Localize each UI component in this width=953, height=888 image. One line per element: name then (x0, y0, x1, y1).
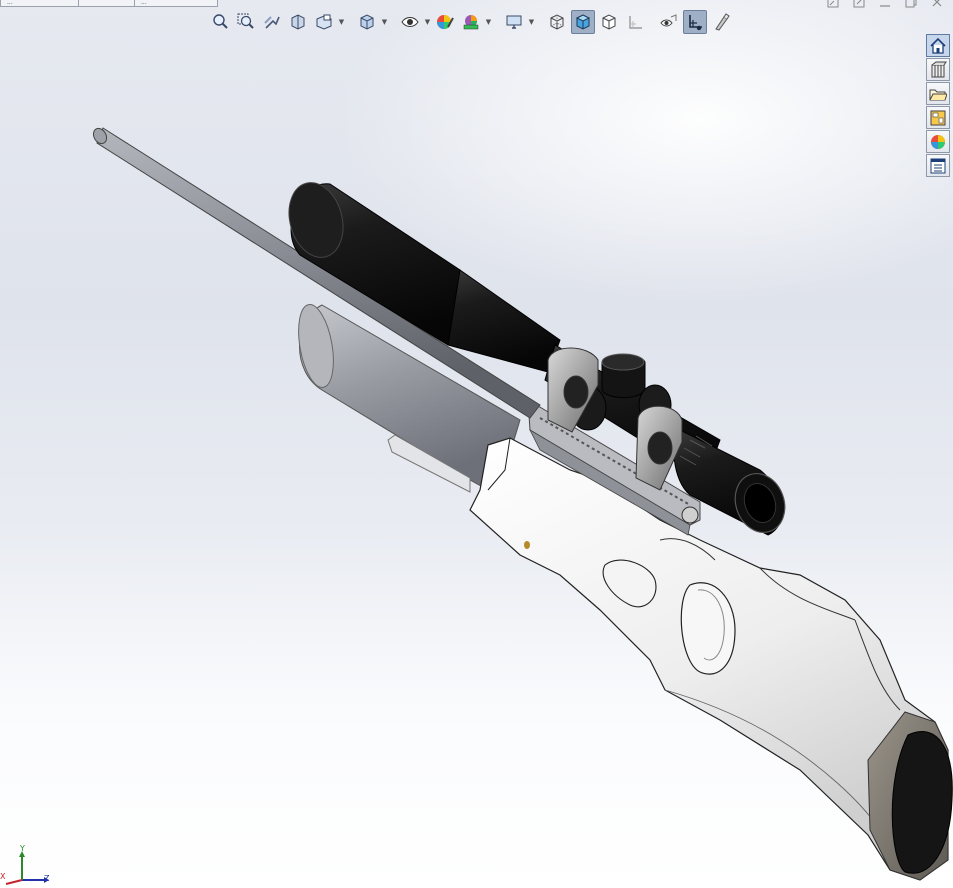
appearances-scenes-icon (931, 134, 945, 149)
view-palette-icon (930, 110, 946, 125)
apply-scene-icon (463, 15, 479, 30)
new-window-icon (853, 0, 865, 8)
view-planes-button[interactable] (683, 10, 707, 34)
dynamic-annotation-view-icon (316, 14, 332, 30)
heads-up-view-toolbar: ▼ ▼ ▼ ▼ ▼ (208, 9, 733, 35)
dynamic-annotation-view-button[interactable] (312, 10, 336, 34)
previous-view-icon (264, 16, 280, 29)
perspective-icon (629, 16, 642, 29)
edit-appearance-icon (437, 15, 454, 29)
close-icon (932, 0, 942, 7)
minimize-icon (880, 5, 890, 7)
hide-show-items-dropdown[interactable]: ▼ (424, 10, 431, 34)
task-pane-design-library-tab[interactable] (926, 58, 950, 81)
home-icon (930, 37, 946, 54)
minimize-button[interactable] (877, 0, 893, 8)
view-settings-dropdown[interactable]: ▼ (528, 10, 535, 34)
hidden-lines-visible-icon (602, 14, 616, 30)
task-pane-appearances-tab[interactable] (926, 130, 950, 153)
custom-properties-icon (930, 158, 946, 173)
wireframe-icon (550, 14, 564, 30)
task-pane-home-tab[interactable] (926, 34, 950, 57)
hidden-lines-visible-button[interactable] (597, 10, 621, 34)
close-button[interactable] (929, 0, 945, 8)
view-orientation-icon (360, 14, 374, 30)
task-pane-custom-properties-tab[interactable] (926, 154, 950, 177)
realview-button[interactable] (709, 10, 733, 34)
new-window-button[interactable] (851, 0, 867, 8)
zoom-to-area-button[interactable] (234, 10, 258, 34)
view-orientation-dropdown[interactable]: ▼ (381, 10, 388, 34)
maximize-button[interactable] (903, 0, 919, 8)
zoom-to-fit-button[interactable] (208, 10, 232, 34)
apply-scene-button[interactable] (459, 10, 483, 34)
triad-y-label: Y (20, 844, 25, 853)
dynamic-annotation-view-dropdown[interactable]: ▼ (338, 10, 345, 34)
triad-x-label: X (0, 872, 6, 881)
previous-view-button[interactable] (260, 10, 284, 34)
realview-icon (715, 13, 730, 31)
hide-show-items-icon (401, 17, 419, 27)
section-view-button[interactable] (286, 10, 310, 34)
display-pane-button[interactable] (657, 10, 681, 34)
zoom-to-area-icon (237, 13, 254, 29)
view-orientation-button[interactable] (355, 10, 379, 34)
file-explorer-icon (929, 89, 947, 100)
triad-axes (5, 851, 49, 885)
edit-appearance-button[interactable] (433, 10, 457, 34)
scope-ring-rear[interactable] (635, 405, 683, 491)
reference-triad: Y Z X (0, 842, 60, 885)
view-planes-icon (689, 15, 702, 31)
hide-show-items-button[interactable] (398, 10, 422, 34)
shaded-with-edges-icon (575, 14, 591, 30)
design-library-icon (931, 61, 947, 77)
document-window-controls (825, 0, 945, 8)
apply-scene-dropdown[interactable]: ▼ (485, 10, 492, 34)
zoom-to-fit-icon (213, 14, 228, 29)
shaded-with-edges-button[interactable] (571, 10, 595, 34)
restore-tile-button[interactable] (825, 0, 841, 8)
triad-z-label: Z (44, 874, 50, 883)
rifle-model[interactable] (0, 0, 953, 885)
task-pane-file-explorer-tab[interactable] (926, 82, 950, 105)
restore-tile-icon (827, 0, 839, 8)
trigger (524, 541, 530, 549)
section-view-icon (291, 14, 305, 30)
wireframe-button[interactable] (545, 10, 569, 34)
view-settings-icon (506, 15, 522, 29)
perspective-button[interactable] (623, 10, 647, 34)
graphics-area[interactable]: ... ... ▼ ▼ ▼ ▼ ▼ Y Z X (0, 0, 953, 885)
display-pane-icon (660, 14, 677, 27)
task-pane-tabs (926, 34, 952, 178)
view-settings-button[interactable] (502, 10, 526, 34)
task-pane-view-palette-tab[interactable] (926, 106, 950, 129)
maximize-icon (905, 0, 917, 8)
